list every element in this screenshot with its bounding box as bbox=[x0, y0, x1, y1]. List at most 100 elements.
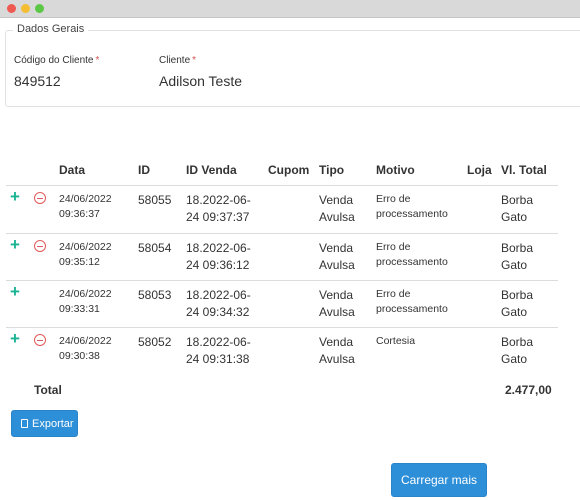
row-motivo: Cortesia bbox=[376, 334, 415, 349]
dados-gerais-legend: Dados Gerais bbox=[13, 23, 89, 35]
row-date-time: 09:35:12 bbox=[59, 256, 100, 268]
row-id-venda-line2: 24 09:36:12 bbox=[186, 258, 250, 272]
header-motivo[interactable]: Motivo bbox=[376, 163, 415, 177]
row-tipo-line1: Venda bbox=[319, 288, 354, 302]
row-vl-total-line1: Borba bbox=[501, 288, 534, 302]
table-row: + 24/06/2022 09:36:37 58055 18.2022-06- 24… bbox=[0, 186, 580, 233]
total-label: Total bbox=[34, 383, 62, 397]
row-tipo-line2: Avulsa bbox=[319, 210, 355, 224]
header-id-venda[interactable]: ID Venda bbox=[186, 163, 237, 177]
maximize-window-button[interactable] bbox=[35, 4, 44, 13]
plus-icon[interactable]: + bbox=[10, 283, 20, 300]
row-motivo-line1: Erro de bbox=[376, 241, 411, 253]
export-button-label: Exportar bbox=[32, 418, 74, 430]
dados-gerais-panel bbox=[5, 30, 580, 107]
row-vl-total: Borba Gato bbox=[501, 240, 533, 274]
row-tipo-line1: Venda bbox=[319, 335, 354, 349]
row-id-venda-line2: 24 09:37:37 bbox=[186, 210, 250, 224]
header-loja[interactable]: Loja bbox=[467, 163, 492, 177]
row-date-day: 24/06/2022 bbox=[59, 288, 112, 300]
row-motivo-line2: processamento bbox=[376, 256, 448, 268]
row-id-venda: 18.2022-06- 24 09:37:37 bbox=[186, 192, 251, 226]
row-id-venda: 18.2022-06- 24 09:31:38 bbox=[186, 334, 251, 368]
row-tipo: Venda Avulsa bbox=[319, 287, 355, 321]
row-id-venda: 18.2022-06- 24 09:36:12 bbox=[186, 240, 251, 274]
window-titlebar bbox=[0, 0, 580, 18]
row-date-day: 24/06/2022 bbox=[59, 193, 112, 205]
row-vl-total-line1: Borba bbox=[501, 241, 534, 255]
minus-circle-icon[interactable] bbox=[34, 334, 46, 346]
row-tipo: Venda Avulsa bbox=[319, 192, 355, 226]
row-id-venda-line2: 24 09:34:32 bbox=[186, 305, 250, 319]
row-id-venda-line1: 18.2022-06- bbox=[186, 193, 251, 207]
row-motivo: Erro de processamento bbox=[376, 192, 448, 222]
row-tipo: Venda Avulsa bbox=[319, 240, 355, 274]
export-button[interactable]: Exportar bbox=[11, 410, 78, 437]
load-more-button[interactable]: Carregar mais bbox=[391, 463, 487, 497]
row-id-venda-line1: 18.2022-06- bbox=[186, 335, 251, 349]
row-id-venda-line2: 24 09:31:38 bbox=[186, 352, 250, 366]
row-tipo-line2: Avulsa bbox=[319, 258, 355, 272]
table-row: + 24/06/2022 09:33:31 58053 18.2022-06- 24… bbox=[0, 281, 580, 328]
header-id[interactable]: ID bbox=[138, 163, 150, 177]
row-vl-total: Borba Gato bbox=[501, 192, 533, 226]
row-date: 24/06/2022 09:30:38 bbox=[59, 334, 112, 364]
cliente-value: Adilson Teste bbox=[159, 73, 243, 89]
row-id-venda: 18.2022-06- 24 09:34:32 bbox=[186, 287, 251, 321]
row-motivo-line2: processamento bbox=[376, 208, 448, 220]
row-date-time: 09:30:38 bbox=[59, 350, 100, 362]
row-id: 58052 bbox=[138, 335, 172, 349]
row-motivo: Erro de processamento bbox=[376, 287, 448, 317]
row-date-day: 24/06/2022 bbox=[59, 335, 112, 347]
row-tipo-line2: Avulsa bbox=[319, 352, 355, 366]
minimize-window-button[interactable] bbox=[21, 4, 30, 13]
table-row: + 24/06/2022 09:30:38 58052 18.2022-06- 24… bbox=[0, 328, 580, 375]
row-tipo-line1: Venda bbox=[319, 193, 354, 207]
cliente-label: Cliente * bbox=[159, 55, 196, 66]
row-id: 58053 bbox=[138, 288, 172, 302]
row-date: 24/06/2022 09:36:37 bbox=[59, 192, 112, 222]
minus-circle-icon[interactable] bbox=[34, 240, 46, 252]
row-tipo-line2: Avulsa bbox=[319, 305, 355, 319]
row-motivo: Erro de processamento bbox=[376, 240, 448, 270]
plus-icon[interactable]: + bbox=[10, 330, 20, 347]
row-vl-total: Borba Gato bbox=[501, 334, 533, 368]
plus-icon[interactable]: + bbox=[10, 236, 20, 253]
row-motivo-line1: Cortesia bbox=[376, 335, 416, 347]
row-vl-total-line2: Gato bbox=[501, 258, 528, 272]
row-date-time: 09:33:31 bbox=[59, 303, 100, 315]
row-vl-total-line2: Gato bbox=[501, 210, 528, 224]
row-motivo-line2: processamento bbox=[376, 303, 448, 315]
required-mark: * bbox=[95, 55, 100, 66]
table-row: + 24/06/2022 09:35:12 58054 18.2022-06- 24… bbox=[0, 234, 580, 281]
row-date-time: 09:36:37 bbox=[59, 208, 100, 220]
row-vl-total: Borba Gato bbox=[501, 287, 533, 321]
total-value: 2.477,00 bbox=[505, 383, 552, 397]
row-tipo: Venda Avulsa bbox=[319, 334, 355, 368]
close-window-button[interactable] bbox=[7, 4, 16, 13]
header-data[interactable]: Data bbox=[59, 163, 85, 177]
codigo-cliente-value: 849512 bbox=[14, 73, 61, 89]
row-vl-total-line1: Borba bbox=[501, 193, 534, 207]
header-vl-total[interactable]: Vl. Total bbox=[501, 163, 547, 177]
row-vl-total-line1: Borba bbox=[501, 335, 534, 349]
row-id-venda-line1: 18.2022-06- bbox=[186, 288, 251, 302]
row-vl-total-line2: Gato bbox=[501, 305, 528, 319]
row-tipo-line1: Venda bbox=[319, 241, 354, 255]
row-date: 24/06/2022 09:35:12 bbox=[59, 240, 112, 270]
header-cupom[interactable]: Cupom bbox=[268, 163, 309, 177]
row-motivo-line1: Erro de bbox=[376, 288, 411, 300]
codigo-cliente-label: Código do Cliente * bbox=[14, 55, 99, 66]
codigo-cliente-label-text: Código do Cliente bbox=[14, 55, 94, 66]
header-tipo[interactable]: Tipo bbox=[319, 163, 344, 177]
plus-icon[interactable]: + bbox=[10, 188, 20, 205]
file-icon bbox=[21, 419, 28, 428]
row-motivo-line1: Erro de bbox=[376, 193, 411, 205]
row-date: 24/06/2022 09:33:31 bbox=[59, 287, 112, 317]
row-date-day: 24/06/2022 bbox=[59, 241, 112, 253]
row-vl-total-line2: Gato bbox=[501, 352, 528, 366]
row-id: 58055 bbox=[138, 193, 172, 207]
row-id: 58054 bbox=[138, 241, 172, 255]
row-id-venda-line1: 18.2022-06- bbox=[186, 241, 251, 255]
minus-circle-icon[interactable] bbox=[34, 192, 46, 204]
